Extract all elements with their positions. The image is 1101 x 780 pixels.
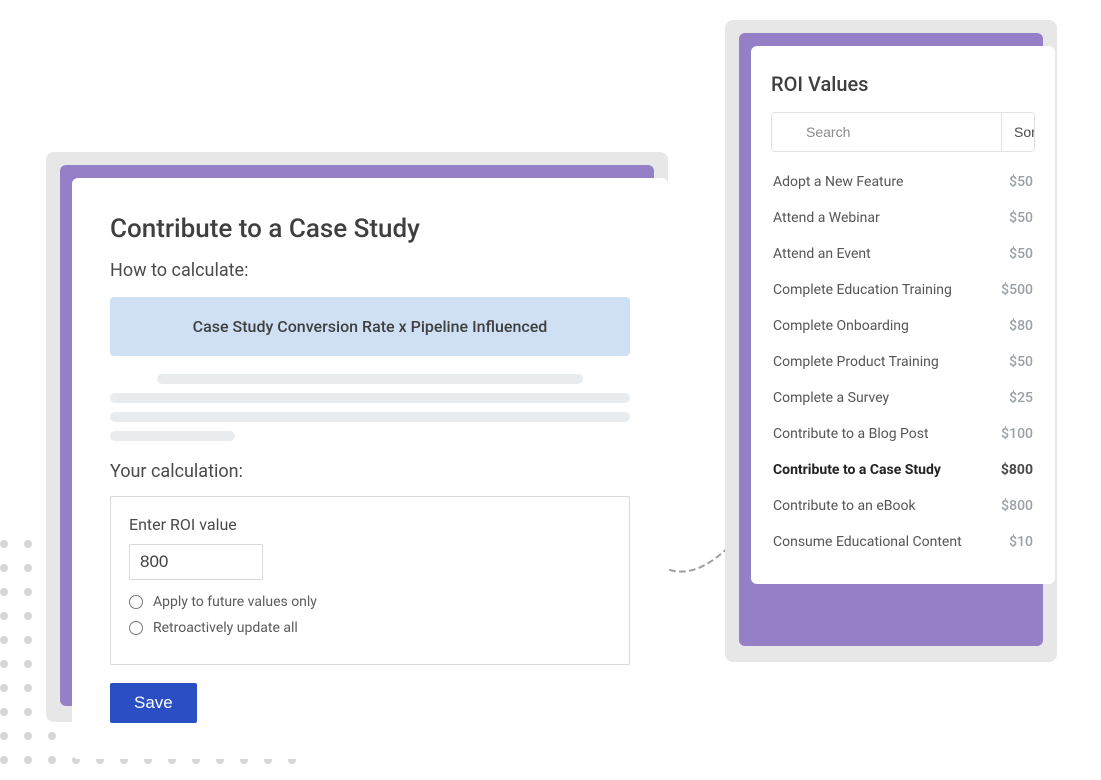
skeleton-line bbox=[110, 393, 630, 403]
skeleton-line bbox=[110, 412, 630, 422]
roi-item-value: $10 bbox=[1009, 534, 1033, 550]
sort-button[interactable]: Sort bbox=[1001, 113, 1035, 151]
roi-values-title: ROI Values bbox=[771, 72, 1035, 96]
roi-list-item[interactable]: Consume Educational Content $10 bbox=[771, 524, 1035, 560]
roi-item-value: $500 bbox=[1001, 282, 1033, 298]
roi-item-value: $25 bbox=[1009, 390, 1033, 406]
sort-label: Sort bbox=[1014, 124, 1035, 140]
roi-item-label: Complete a Survey bbox=[773, 390, 889, 406]
roi-item-label: Complete Education Training bbox=[773, 282, 952, 298]
roi-list-item[interactable]: Attend a Webinar $50 bbox=[771, 200, 1035, 236]
roi-list-item[interactable]: Contribute to a Case Study $800 bbox=[771, 452, 1035, 488]
roi-values-card: ROI Values Sort Adopt a New Feature$50At… bbox=[751, 46, 1055, 584]
roi-item-label: Complete Onboarding bbox=[773, 318, 909, 334]
roi-item-value: $80 bbox=[1009, 318, 1033, 334]
skeleton-line bbox=[157, 374, 583, 384]
roi-item-label: Adopt a New Feature bbox=[773, 174, 903, 190]
roi-item-label: Contribute to an eBook bbox=[773, 498, 916, 514]
case-study-card: Contribute to a Case Study How to calcul… bbox=[72, 178, 668, 759]
roi-list-item[interactable]: Complete a Survey $25 bbox=[771, 380, 1035, 416]
roi-value-input[interactable] bbox=[129, 544, 263, 580]
radio-retro-row[interactable]: Retroactively update all bbox=[129, 620, 611, 636]
your-calculation-label: Your calculation: bbox=[110, 461, 630, 482]
roi-item-value: $800 bbox=[1001, 462, 1033, 478]
radio-future-row[interactable]: Apply to future values only bbox=[129, 594, 611, 610]
how-to-label: How to calculate: bbox=[110, 260, 630, 281]
roi-item-value: $100 bbox=[1001, 426, 1033, 442]
radio-future-label: Apply to future values only bbox=[153, 594, 317, 610]
roi-item-value: $800 bbox=[1001, 498, 1033, 514]
roi-list-item[interactable]: Contribute to a Blog Post $100 bbox=[771, 416, 1035, 452]
roi-item-label: Attend a Webinar bbox=[773, 210, 880, 226]
roi-item-label: Contribute to a Blog Post bbox=[773, 426, 929, 442]
search-input[interactable] bbox=[772, 113, 1001, 151]
roi-item-value: $50 bbox=[1009, 210, 1033, 226]
roi-list-item[interactable]: Complete Product Training $50 bbox=[771, 344, 1035, 380]
roi-list-item[interactable]: Contribute to an eBook $800 bbox=[771, 488, 1035, 524]
roi-item-label: Attend an Event bbox=[773, 246, 871, 262]
roi-list-item[interactable]: Complete Onboarding $80 bbox=[771, 308, 1035, 344]
roi-item-label: Consume Educational Content bbox=[773, 534, 962, 550]
enter-roi-label: Enter ROI value bbox=[129, 515, 611, 534]
radio-retro-input[interactable] bbox=[129, 621, 143, 635]
roi-item-value: $50 bbox=[1009, 354, 1033, 370]
card-title: Contribute to a Case Study bbox=[110, 214, 630, 244]
radio-future-input[interactable] bbox=[129, 595, 143, 609]
formula-box: Case Study Conversion Rate x Pipeline In… bbox=[110, 297, 630, 356]
roi-item-value: $50 bbox=[1009, 174, 1033, 190]
roi-list-item[interactable]: Adopt a New Feature $50 bbox=[771, 164, 1035, 200]
roi-item-label: Contribute to a Case Study bbox=[773, 462, 941, 478]
calculation-box: Enter ROI value Apply to future values o… bbox=[110, 496, 630, 665]
skeleton-line bbox=[110, 431, 235, 441]
search-sort-bar: Sort bbox=[771, 112, 1035, 152]
radio-retro-label: Retroactively update all bbox=[153, 620, 298, 636]
save-button[interactable]: Save bbox=[110, 683, 197, 723]
roi-values-list: Adopt a New Feature $50 Attend a Webinar $5… bbox=[771, 164, 1035, 560]
roi-list-item[interactable]: Attend an Event $50 bbox=[771, 236, 1035, 272]
roi-item-value: $50 bbox=[1009, 246, 1033, 262]
roi-item-label: Complete Product Training bbox=[773, 354, 939, 370]
roi-list-item[interactable]: Complete Education Training $500 bbox=[771, 272, 1035, 308]
